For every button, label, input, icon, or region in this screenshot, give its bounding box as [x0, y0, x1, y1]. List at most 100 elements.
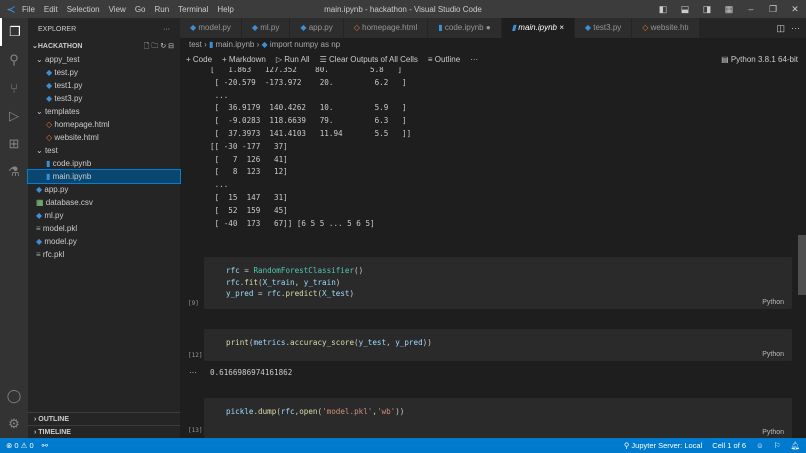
split-editor-icon[interactable]: ◫: [776, 18, 785, 38]
maximize-button[interactable]: ❐: [762, 4, 784, 15]
file-item[interactable]: ◇ homepage.html: [28, 118, 180, 131]
file-item[interactable]: ◇ website.html: [28, 131, 180, 144]
output-actions-button[interactable]: ···: [189, 368, 197, 377]
settings-gear-icon[interactable]: ⚙: [0, 410, 28, 438]
tab-app.py[interactable]: ◆ app.py: [290, 18, 344, 38]
accounts-icon[interactable]: ⚐: [774, 441, 781, 450]
outline-section[interactable]: › OUTLINE: [28, 412, 180, 425]
explorer-icon[interactable]: ❐: [0, 18, 28, 46]
item-label: test3.py: [54, 94, 83, 103]
menu-view[interactable]: View: [109, 5, 126, 14]
tab-ml.py[interactable]: ◆ ml.py: [241, 18, 291, 38]
tab-homepage.html[interactable]: ◇ homepage.html: [343, 18, 429, 38]
notifications-icon[interactable]: 🔔︎: [790, 441, 800, 450]
breadcrumb: test › ▮ main.ipynb › ◆ import numpy as …: [189, 40, 341, 49]
file-item[interactable]: ◆ ml.py: [28, 209, 180, 222]
toolbar-more-button[interactable]: ···: [470, 55, 478, 64]
menu-run[interactable]: Run: [154, 5, 169, 14]
outline-label: OUTLINE: [38, 416, 70, 423]
outline-button[interactable]: ≡ Outline: [428, 55, 460, 64]
code-cell-9[interactable]: rfc = RandomForestClassifier() rfc.fit(X…: [204, 257, 792, 309]
cell-code[interactable]: pickle.dump(rfc,open('model.pkl','wb')): [204, 398, 792, 418]
tab-code.ipynb[interactable]: ▮ code.ipynb ●: [428, 18, 502, 38]
breadcrumb-file[interactable]: main.ipynb: [216, 40, 255, 49]
file-item[interactable]: ≡ model.pkl: [28, 222, 180, 235]
more-actions-icon[interactable]: ···: [791, 18, 800, 38]
scrollbar-thumb[interactable]: [798, 235, 806, 295]
add-code-button[interactable]: + Code: [186, 55, 212, 64]
error-count: ⊗ 0: [6, 441, 19, 450]
workspace-root[interactable]: ⌄ HACKATHON 🗋 🗀 ↻ ⊟: [28, 40, 180, 53]
account-icon[interactable]: ◯: [0, 382, 28, 410]
toggle-panel-icon[interactable]: ⬓: [674, 4, 696, 15]
item-label: test.py: [54, 68, 78, 77]
jupyter-server-status[interactable]: ⚲ Jupyter Server: Local: [624, 441, 702, 450]
vertical-scrollbar[interactable]: [798, 67, 806, 438]
cell-language[interactable]: Python: [762, 429, 784, 436]
run-all-button[interactable]: ▷ Run All: [276, 55, 310, 64]
clear-outputs-button[interactable]: ☰ Clear Outputs of All Cells: [320, 55, 418, 64]
folder-item[interactable]: ⌄ appy_test: [28, 53, 180, 66]
tab-label: website.htı: [650, 23, 689, 32]
problems-indicator[interactable]: ⊗ 0 ⚠ 0: [6, 441, 34, 450]
html-file-icon: ◇: [353, 23, 363, 32]
kernel-picker[interactable]: ▤ Python 3.8.1 64-bit: [721, 55, 798, 64]
search-icon[interactable]: ⚲: [0, 46, 28, 74]
code-cell-13[interactable]: pickle.dump(rfc,open('model.pkl','wb')) …: [204, 398, 792, 438]
tab-label: homepage.html: [362, 23, 418, 32]
cell-code[interactable]: rfc = RandomForestClassifier() rfc.fit(X…: [204, 257, 792, 300]
menu-go[interactable]: Go: [135, 5, 146, 14]
tab-website.htı[interactable]: ◇ website.htı: [632, 18, 700, 38]
breadcrumb-folder[interactable]: test: [189, 40, 202, 49]
timeline-section[interactable]: › TIMELINE: [28, 425, 180, 438]
tab-main.ipynb[interactable]: ▮ main.ipynb ×: [501, 18, 575, 38]
py-file-icon: ◆: [251, 23, 261, 32]
cell-language[interactable]: Python: [762, 351, 784, 358]
execution-count: [13]: [188, 427, 203, 434]
file-item[interactable]: ≡ rfc.pkl: [28, 248, 180, 261]
run-debug-icon[interactable]: ▷: [0, 102, 28, 130]
file-item[interactable]: ◆ test3.py: [28, 92, 180, 105]
folder-item[interactable]: ⌄ templates: [28, 105, 180, 118]
item-label: model.py: [44, 237, 77, 246]
testing-icon[interactable]: ⚗: [0, 158, 28, 186]
menu-bar: File Edit Selection View Go Run Terminal Help: [22, 5, 243, 14]
feedback-icon[interactable]: ☺: [756, 441, 764, 450]
explorer-actions-icon[interactable]: 🗋 🗀 ↻ ⊟: [144, 40, 174, 53]
extensions-icon[interactable]: ⊞: [0, 130, 28, 158]
close-button[interactable]: ✕: [784, 4, 806, 15]
file-item[interactable]: ◆ test1.py: [28, 79, 180, 92]
tab-test3.py[interactable]: ◆ test3.py: [574, 18, 633, 38]
nb-file-icon: ▮: [438, 23, 445, 32]
code-cell-12[interactable]: print(metrics.accuracy_score(y_test, y_p…: [204, 329, 792, 361]
menu-selection[interactable]: Selection: [67, 5, 100, 14]
cell-code[interactable]: print(metrics.accuracy_score(y_test, y_p…: [204, 329, 792, 349]
breadcrumb-cell[interactable]: import numpy as np: [270, 40, 340, 49]
file-item[interactable]: ▮ code.ipynb: [28, 157, 180, 170]
chevron-down-icon: ⌄: [36, 146, 45, 155]
menu-terminal[interactable]: Terminal: [178, 5, 208, 14]
file-item[interactable]: ▮ main.ipynb: [27, 169, 181, 184]
ports-icon[interactable]: ⚯: [42, 441, 48, 450]
folder-item[interactable]: ⌄ test: [28, 144, 180, 157]
toggle-secondary-icon[interactable]: ◨: [696, 4, 718, 15]
cell-language[interactable]: Python: [762, 299, 784, 306]
file-item[interactable]: ◆ test.py: [28, 66, 180, 79]
menu-help[interactable]: Help: [217, 5, 233, 14]
more-actions-icon[interactable]: ···: [163, 26, 170, 33]
add-markdown-button[interactable]: + Markdown: [222, 55, 266, 64]
minimize-button[interactable]: –: [740, 4, 762, 14]
file-item[interactable]: ▦ database.csv: [28, 196, 180, 209]
item-label: code.ipynb: [52, 159, 92, 168]
notebook-toolbar: + Code + Markdown ▷ Run All ☰ Clear Outp…: [180, 52, 806, 67]
source-control-icon[interactable]: ⑂: [0, 74, 28, 102]
customize-layout-icon[interactable]: ▦: [718, 4, 740, 15]
item-label: main.ipynb: [52, 172, 92, 181]
file-item[interactable]: ◆ app.py: [28, 183, 180, 196]
file-item[interactable]: ◆ model.py: [28, 235, 180, 248]
menu-edit[interactable]: Edit: [44, 5, 58, 14]
cell-position[interactable]: Cell 1 of 6: [712, 441, 746, 450]
menu-file[interactable]: File: [22, 5, 35, 14]
toggle-sidebar-icon[interactable]: ◧: [652, 4, 674, 15]
tab-model.py[interactable]: ◆ model.py: [180, 18, 242, 38]
